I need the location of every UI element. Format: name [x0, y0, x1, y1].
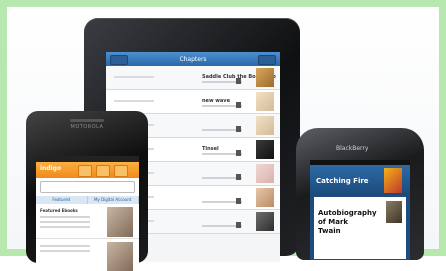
phone-speaker — [70, 119, 104, 122]
text-line — [40, 245, 90, 247]
book-cover — [107, 242, 133, 271]
book-cover — [256, 140, 274, 159]
app-logo: indigo — [40, 165, 62, 172]
book-cover — [384, 168, 402, 193]
book-cover — [386, 201, 402, 223]
blackberry-screen: Catching Fire Autobiography of Mark Twai… — [310, 160, 410, 260]
book-cover — [256, 212, 274, 231]
list-item-title: Featured Ebooks — [40, 208, 78, 213]
list-item[interactable]: Saddle Club the Bookshop — [106, 66, 280, 90]
tab-bar: Featured My Digital Account — [36, 196, 139, 204]
list-item[interactable] — [36, 239, 139, 271]
book-cover — [256, 116, 274, 135]
android-phone: MOTOROLA indigo Featured My Digital Acco… — [26, 111, 148, 271]
text-line — [114, 76, 154, 78]
book-cover — [256, 92, 274, 111]
banner-title: Catching Fire — [316, 177, 369, 185]
format-icon — [236, 198, 241, 204]
text-line — [114, 100, 154, 102]
tablet-menu-button[interactable] — [258, 55, 276, 65]
blackberry-logo: BlackBerry — [336, 145, 369, 152]
text-line — [40, 226, 90, 228]
book-cover — [256, 188, 274, 207]
list-item-title: new wave — [202, 98, 230, 104]
text-line — [40, 216, 90, 218]
book-cover — [256, 68, 274, 87]
format-icon — [236, 150, 241, 156]
shop-icon[interactable] — [78, 165, 92, 177]
book-title-line: Twain — [318, 227, 341, 235]
search-input[interactable] — [40, 181, 135, 193]
book-detail-card[interactable]: Autobiography of Mark Twain — [314, 197, 406, 259]
tab-featured[interactable]: Featured — [36, 196, 88, 204]
book-cover — [107, 207, 133, 237]
format-icon — [236, 78, 241, 84]
featured-banner[interactable]: Catching Fire — [310, 165, 410, 195]
text-line — [40, 221, 90, 223]
book-title-line: Autobiography — [318, 209, 377, 217]
library-icon[interactable] — [96, 165, 110, 177]
settings-icon[interactable] — [114, 165, 128, 177]
tablet-nav-bar: Chapters — [106, 52, 280, 66]
book-cover — [256, 164, 274, 183]
blackberry-phone: BlackBerry Catching Fire Autobiography o… — [296, 128, 424, 260]
app-header: indigo — [36, 162, 139, 178]
list-item-title: Tinsel — [202, 146, 219, 152]
phone-brand-label: MOTOROLA — [70, 124, 104, 130]
list-item[interactable]: Featured Ebooks — [36, 204, 139, 239]
tablet-back-button[interactable] — [110, 55, 128, 65]
text-line — [40, 250, 90, 252]
tablet-nav-title: Chapters — [179, 55, 207, 63]
android-screen: indigo Featured My Digital Account Featu… — [36, 156, 139, 271]
format-icon — [236, 222, 241, 228]
tab-my-account[interactable]: My Digital Account — [88, 196, 139, 204]
book-title-line: of Mark — [318, 218, 349, 226]
format-icon — [236, 102, 241, 108]
format-icon — [236, 126, 241, 132]
format-icon — [236, 174, 241, 180]
